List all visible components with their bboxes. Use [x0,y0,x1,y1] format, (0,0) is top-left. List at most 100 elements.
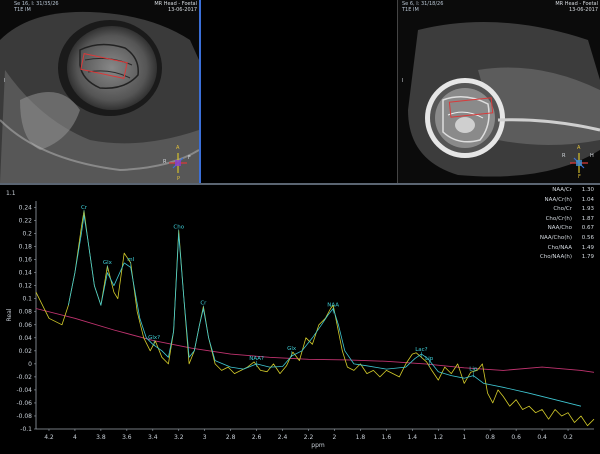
x-tick-label: 3.8 [96,434,106,441]
ratio-label: Cho/NAA(h) [539,254,572,261]
peak-label: NAA? [249,356,264,362]
ratio-value: 0.56 [581,235,594,241]
y-axis: 0.24 0.22 0.2 0.18 0.16 0.14 0.12 0.1 0.08 0.06 0.… [16,201,37,433]
x-axis-label: ppm [311,442,325,449]
orient-top: A [577,145,581,151]
x-tick-label: 2.8 [226,434,236,441]
study-date: 13-06-2017 [167,7,197,13]
peak-label: Lac? [415,347,427,353]
plot-area [35,210,595,427]
y-tick-label: 0.18 [19,244,33,251]
x-tick-label: 4 [73,434,77,441]
x-tick-label: 1.2 [434,434,444,441]
mri-viewport-axial[interactable]: Se 6, I: 31/18/26 T1E IM MR Head - Foeta… [397,0,600,183]
ratio-label: NAA/Cr(h) [544,196,572,203]
peak-label: Cr [200,301,207,307]
y-tick-label: 0.1 [22,296,32,303]
y-tick-label: 0.08 [19,309,33,316]
y-tick-label: 0 [28,361,32,368]
peak-label: Glx [103,260,113,266]
x-axis: 4.2 4 3.8 3.6 3.4 3.2 3 2.8 2.6 2.4 2.2 2 1.8 1.6 1.4 1… [36,428,594,441]
ratio-value: 0.67 [581,225,594,232]
x-tick-label: 0.6 [511,434,521,441]
ratio-row: Cho/Cr 1.93 [553,206,594,212]
y-tick-label: -0.08 [16,413,32,420]
ratio-value: 1.93 [581,206,594,213]
y-tick-label: 0.06 [19,322,33,329]
ratio-value: 1.30 [581,187,594,193]
ratio-row: Cho/Cr(h) 1.87 [546,216,594,222]
ratio-label: NAA/Cr [552,187,572,193]
ratio-label: Cho/NAA [547,244,572,251]
ratio-value: 1.87 [581,215,594,222]
spectrum-panel[interactable]: 1.1 0.24 0.22 0.2 0.18 0.16 0.14 0.12 0.1 0.08 0.… [0,185,600,450]
peak-labels: Cr Glx mI Cho Cr Glx? NAA? Glx NAA Lac? Lip Lip [81,205,478,378]
y-tick-label: 0.02 [19,348,33,355]
orient-bottom: P [177,176,181,182]
x-tick-label: 0.4 [537,434,547,441]
y-axis-label: Real [6,308,13,321]
side-marker: I [402,78,404,84]
y-tick-label: 0.24 [19,205,33,212]
metabolite-ratios: NAA/Cr 1.30 NAA/Cr(h) 1.04 Cho/Cr 1.93 Cho/Cr(… [520,187,600,267]
peak-label: Glx? [148,335,160,341]
ratio-row: Cho/NAA 1.49 [548,245,594,251]
y-tick-label: 0.2 [22,231,32,238]
mri-viewport-sagittal[interactable]: Se 16, I: 31/35/26 T1E IM MR Head - Foet… [0,0,201,183]
peak-label: Lip [469,366,478,372]
ratio-value: 1.79 [581,254,594,261]
ratio-label: Cho/Cr [553,206,572,213]
ratio-row: NAA/Cr(h) 1.04 [544,197,594,203]
x-tick-label: 0.8 [485,434,495,441]
orient-right: H [590,153,594,159]
x-tick-label: 4.2 [44,434,54,441]
ratio-row: Cho/NAA(h) 1.79 [540,254,594,260]
peak-label: Glx [287,346,297,352]
ratio-label: NAA/Cho(h) [539,235,572,241]
peak-label: mI [127,257,134,263]
peak-label: Lip [425,356,434,362]
peak-label: Cho [173,224,184,230]
orient-left: R [562,153,566,159]
series-line-2 [35,308,595,373]
ratio-value: 1.49 [581,244,594,251]
ratio-value: 1.04 [581,196,594,203]
x-tick-label: 1.6 [382,434,392,441]
y-tick-label: 0.22 [19,218,33,225]
x-tick-label: 3.6 [122,434,132,441]
x-tick-label: 1 [462,434,466,441]
y-tick-label: 0.14 [19,270,33,277]
orient-bottom: F [578,174,581,180]
ratio-row: NAA/Cho 0.67 [548,225,594,231]
series-line-0 [35,210,595,427]
y-tick-label: 0.16 [19,257,33,264]
y-tick-label: -0.02 [16,374,32,381]
y-tick-label: -0.1 [20,426,32,433]
ratio-label: NAA/Cho [547,225,572,232]
y-tick-label: 0.12 [19,283,33,290]
sequence-info: T1E IM [402,7,419,13]
ratio-row: NAA/Cho(h) 0.56 [540,235,594,241]
series-line-1 [68,214,582,407]
side-marker: I [4,78,6,84]
study-date: 13-06-2017 [568,7,598,13]
orient-left: R [163,159,167,165]
mri-viewport-empty[interactable] [201,0,397,183]
y-tick-label: -0.04 [16,387,32,394]
y-tick-label: 0.04 [19,335,33,342]
x-tick-label: 1.4 [408,434,418,441]
spectrum-chart: 1.1 0.240.220.20.180.160.140.120.10.080.… [6,190,595,449]
ratio-label: Cho/Cr(h) [545,215,572,222]
x-tick-label: 3 [203,434,207,441]
sequence-info: T1E IM [14,7,31,13]
x-tick-label: 3.4 [148,434,158,441]
ratio-row: NAA/Cr 1.30 [552,187,594,193]
peak-label: Cr [81,205,88,211]
x-tick-label: 1.8 [356,434,366,441]
x-tick-label: 2.6 [252,434,262,441]
x-tick-label: 0.2 [563,434,573,441]
spectrum-label: 1.1 [6,190,16,197]
x-tick-label: 2 [333,434,337,441]
orient-right: F [188,155,191,161]
x-tick-label: 2.4 [278,434,288,441]
